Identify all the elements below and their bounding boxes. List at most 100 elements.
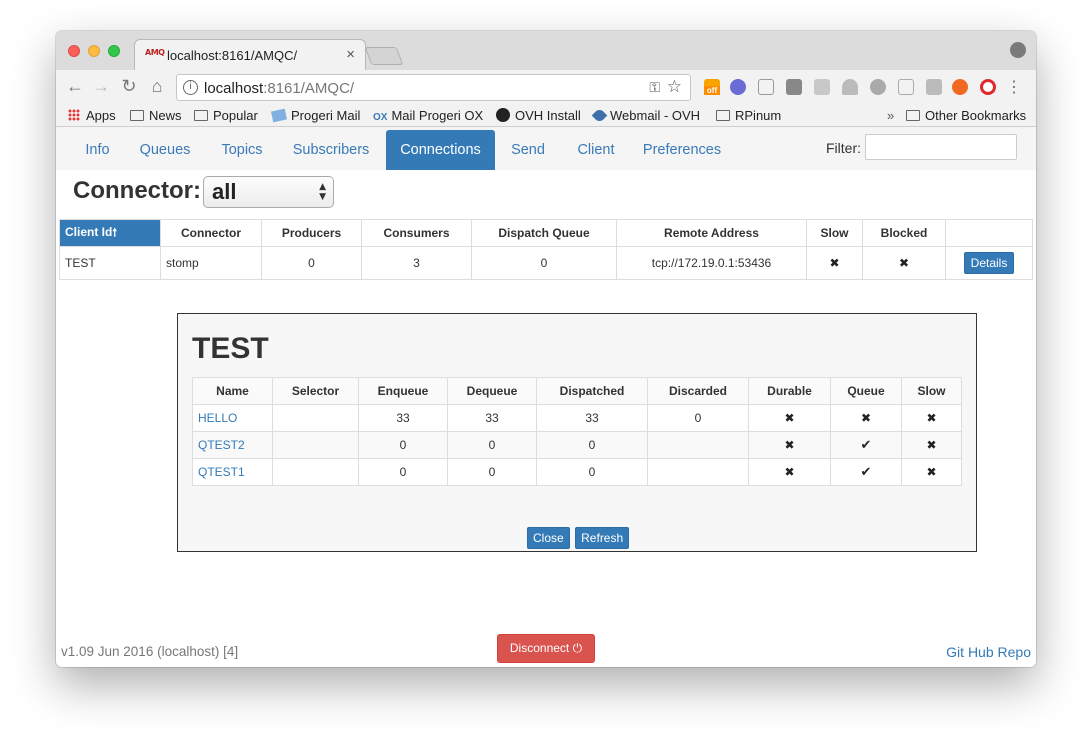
cell-durable: ✖ — [748, 404, 831, 432]
cell-dispatch-queue: 0 — [471, 246, 617, 280]
opera-icon[interactable] — [980, 79, 996, 95]
extension-orange-icon[interactable] — [952, 79, 968, 95]
bookmark-popular[interactable]: Popular — [194, 108, 258, 123]
extension-badge-icon[interactable] — [730, 79, 746, 95]
ox-icon: OX — [373, 112, 388, 123]
github-icon — [496, 108, 510, 122]
maximize-window-icon[interactable] — [108, 45, 120, 57]
header-consumers[interactable]: Consumers — [361, 219, 472, 247]
cell-selector — [272, 458, 359, 486]
forward-arrow-icon[interactable]: → — [90, 76, 112, 97]
key-icon[interactable]: ⚿ — [649, 79, 660, 96]
extension-cube-icon[interactable] — [758, 79, 774, 95]
nav-info[interactable]: Info — [76, 130, 119, 170]
url-text: localhost:8161/AMQC/ — [204, 80, 355, 97]
table-row: QTEST1 0 0 0 ✖ ✔ ✖ — [192, 458, 962, 486]
cell-dequeue: 0 — [447, 458, 537, 486]
page-content: Info Queues Topics Subscribers Connectio… — [56, 127, 1036, 667]
cell-dispatched: 0 — [536, 431, 648, 459]
header-slow[interactable]: Slow — [806, 219, 863, 247]
close-button[interactable]: Close — [527, 527, 570, 549]
version-text: v1.09 Jun 2016 (localhost) [4] — [61, 644, 239, 659]
bookmark-webmail-ovh[interactable]: Webmail - OVH — [591, 107, 700, 124]
minimize-window-icon[interactable] — [88, 45, 100, 57]
extension-page-icon[interactable] — [898, 79, 914, 95]
header-dispatch-queue[interactable]: Dispatch Queue — [471, 219, 617, 247]
extension-angular-icon[interactable] — [926, 79, 942, 95]
details-button[interactable]: Details — [963, 252, 1015, 274]
connector-label: Connector: — [73, 177, 201, 204]
cross-icon: ✖ — [784, 465, 795, 479]
nav-send[interactable]: Send — [505, 130, 551, 170]
bookmarks-bar: Apps News Popular Progeri Mail OX Mail Pr… — [56, 105, 1036, 127]
subscription-link[interactable]: QTEST2 — [192, 431, 273, 459]
profile-icon[interactable] — [1010, 42, 1026, 58]
subscription-link[interactable]: HELLO — [192, 404, 273, 432]
disconnect-button[interactable]: Disconnect ⏻ — [497, 634, 595, 663]
reload-icon[interactable]: ↻ — [118, 76, 140, 97]
extension-off-icon[interactable]: off — [704, 79, 720, 95]
browser-menu-icon[interactable]: ⋮ — [1006, 77, 1022, 97]
webmail-icon — [591, 107, 608, 124]
github-repo-link[interactable]: Git Hub Repo — [946, 644, 1031, 660]
bookmark-ovh-install[interactable]: OVH Install — [496, 108, 581, 123]
cell-slow: ✖ — [901, 458, 962, 486]
cell-client-id: TEST — [59, 246, 161, 280]
subscription-link[interactable]: QTEST1 — [192, 458, 273, 486]
header-producers[interactable]: Producers — [261, 219, 362, 247]
nav-queues[interactable]: Queues — [134, 130, 196, 170]
extension-grey-icon[interactable] — [814, 79, 830, 95]
header-enqueue: Enqueue — [358, 377, 448, 405]
apps-grid-icon — [68, 109, 80, 121]
address-bar[interactable]: i localhost:8161/AMQC/ ⚿ ☆ — [176, 74, 691, 101]
bookmark-progeri-mail[interactable]: Progeri Mail — [271, 108, 360, 123]
cell-slow: ✖ — [806, 246, 863, 280]
refresh-button[interactable]: Refresh — [575, 527, 630, 549]
cross-icon: ✖ — [926, 465, 937, 479]
folder-icon — [716, 110, 730, 121]
info-icon[interactable]: i — [183, 80, 198, 95]
title-bar: AMQ localhost:8161/AMQC/ × — [56, 31, 1036, 70]
nav-connections[interactable]: Connections — [386, 130, 495, 170]
bookmark-apps[interactable]: Apps — [68, 108, 116, 123]
header-connector[interactable]: Connector — [160, 219, 262, 247]
browser-tab[interactable]: AMQ localhost:8161/AMQC/ × — [134, 39, 366, 70]
cell-queue: ✔ — [830, 431, 902, 459]
extension-drive-icon[interactable] — [842, 79, 858, 95]
home-icon[interactable]: ⌂ — [146, 76, 168, 97]
nav-subscribers[interactable]: Subscribers — [287, 130, 375, 170]
header-dequeue: Dequeue — [447, 377, 537, 405]
header-remote-address[interactable]: Remote Address — [616, 219, 807, 247]
cell-dequeue: 33 — [447, 404, 537, 432]
cell-durable: ✖ — [748, 458, 831, 486]
extension-square-icon[interactable] — [786, 79, 802, 95]
header-client-id[interactable]: Client Id🠕 — [59, 219, 161, 247]
new-tab-button[interactable] — [364, 47, 404, 65]
cell-remote-address: tcp://172.19.0.1:53436 — [616, 246, 807, 280]
cell-selector — [272, 431, 359, 459]
nav-topics[interactable]: Topics — [214, 130, 270, 170]
connector-select[interactable]: all ▲ ▼ — [203, 176, 334, 208]
close-window-icon[interactable] — [68, 45, 80, 57]
bookmarks-overflow[interactable]: » — [887, 108, 894, 123]
filter-input[interactable] — [865, 134, 1017, 160]
nav-preferences[interactable]: Preferences — [638, 130, 726, 170]
bookmark-other-bookmarks[interactable]: Other Bookmarks — [906, 108, 1026, 123]
browser-toolbar: ← → ↻ ⌂ i localhost:8161/AMQC/ ⚿ ☆ off ⋮ — [56, 70, 1036, 105]
bookmark-rpinum[interactable]: RPinum — [716, 108, 781, 123]
connector-selected-value: all — [212, 179, 237, 204]
header-queue: Queue — [830, 377, 902, 405]
table-row: HELLO 33 33 33 0 ✖ ✖ ✖ — [192, 404, 962, 432]
mail-icon — [271, 108, 287, 123]
header-blocked[interactable]: Blocked — [862, 219, 946, 247]
bookmark-star-icon[interactable]: ☆ — [667, 77, 682, 97]
cross-icon: ✖ — [926, 411, 937, 425]
cell-enqueue: 33 — [358, 404, 448, 432]
tab-close-icon[interactable]: × — [346, 46, 355, 63]
bookmark-news[interactable]: News — [130, 108, 182, 123]
extension-apple-icon[interactable] — [870, 79, 886, 95]
back-arrow-icon[interactable]: ← — [64, 76, 86, 97]
nav-client[interactable]: Client — [570, 130, 622, 170]
cross-icon: ✖ — [829, 256, 840, 270]
bookmark-mail-progeri-ox[interactable]: OX Mail Progeri OX — [373, 108, 483, 123]
